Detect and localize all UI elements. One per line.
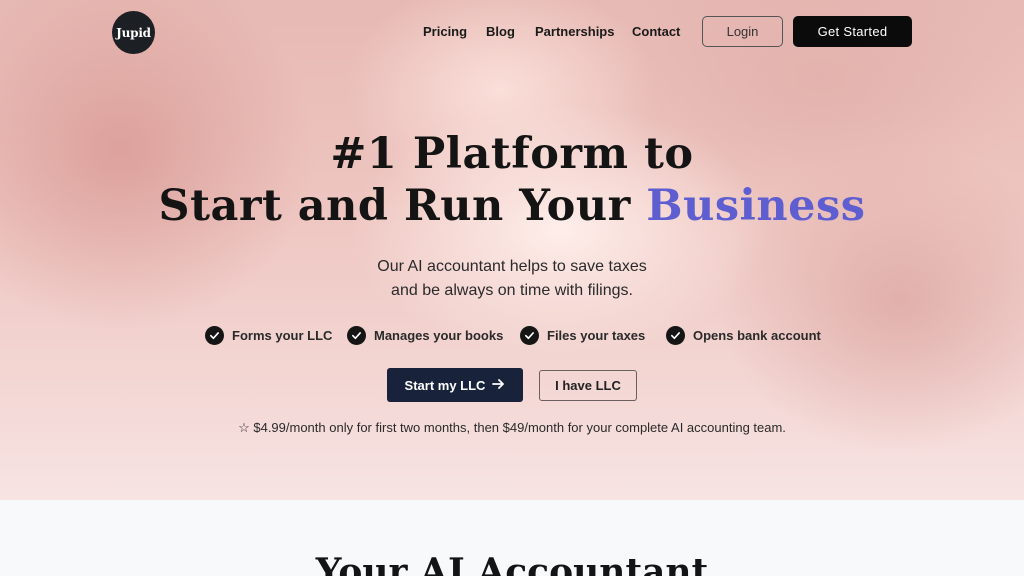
check-icon [520,326,539,345]
check-icon [347,326,366,345]
logo-text: Jupid [116,25,151,40]
feature-manages-books: Manages your books [347,326,503,345]
headline-accent: Business [646,181,866,231]
i-have-llc-button[interactable]: I have LLC [539,370,637,401]
section-title: Your AI Accountant [315,551,709,576]
nav-contact[interactable]: Contact [632,24,680,40]
start-my-llc-label: Start my LLC [404,377,486,393]
check-icon [205,326,224,345]
pricing-note-text: $4.99/month only for first two months, t… [253,420,786,435]
feature-label: Forms your LLC [232,328,333,343]
nav-pricing[interactable]: Pricing [423,24,467,40]
check-icon [666,326,685,345]
subtitle-line-1: Our AI accountant helps to save taxes [377,258,647,275]
pricing-note: ☆ $4.99/month only for first two months,… [0,419,1024,436]
nav-blog[interactable]: Blog [486,24,515,40]
hero-section: Jupid Pricing Blog Partnerships Contact … [0,0,1024,500]
nav-partnerships[interactable]: Partnerships [535,24,614,40]
logo[interactable]: Jupid [112,11,155,54]
arrow-right-icon [492,378,505,393]
feature-bank-account: Opens bank account [666,326,821,345]
feature-files-taxes: Files your taxes [520,326,645,345]
features-section: Your AI Accountant [0,500,1024,576]
subtitle-line-2: and be always on time with filings. [391,282,633,299]
start-my-llc-button[interactable]: Start my LLC [387,368,523,402]
feature-label: Opens bank account [693,328,821,343]
headline-prefix: Start and Run Your [158,181,647,231]
headline-line-2: Start and Run Your Business [0,180,1024,232]
feature-label: Files your taxes [547,328,646,343]
feature-label: Manages your books [374,328,504,343]
star-outline-icon: ☆ [238,420,254,435]
feature-forms-llc: Forms your LLC [205,326,332,345]
login-button[interactable]: Login [702,16,783,47]
get-started-button[interactable]: Get Started [793,16,912,47]
headline-line-1: #1 Platform to [330,129,694,179]
